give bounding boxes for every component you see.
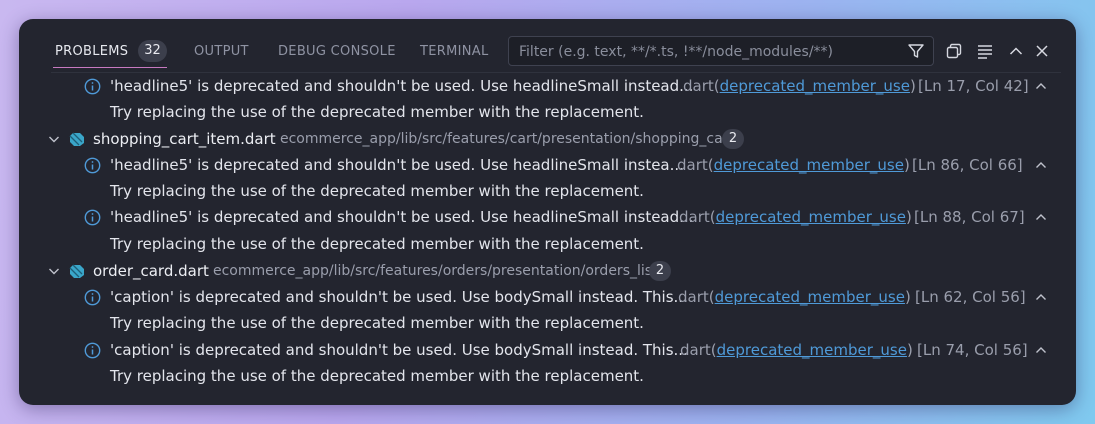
problem-location: [Ln 17, Col 42] xyxy=(918,77,1029,95)
problem-hint-row: Try replacing the use of the deprecated … xyxy=(19,178,1076,204)
dart-file-icon xyxy=(69,264,84,278)
problem-source: dart(deprecated_member_use) xyxy=(678,288,911,306)
file-problem-count: 2 xyxy=(649,261,671,281)
problem-hint-row: Try replacing the use of the deprecated … xyxy=(19,363,1076,389)
problem-source: dart(deprecated_member_use) xyxy=(679,208,912,226)
problem-source: dart(deprecated_member_use) xyxy=(683,77,916,95)
tab-debug-console[interactable]: DEBUG CONSOLE xyxy=(278,44,396,59)
problem-location: [Ln 62, Col 56] xyxy=(915,288,1026,306)
tab-problems[interactable]: PROBLEMS xyxy=(55,44,128,59)
problem-location: [Ln 88, Col 67] xyxy=(914,208,1025,226)
file-problem-count: 2 xyxy=(722,129,744,149)
problem-code-link[interactable]: deprecated_member_use xyxy=(716,208,906,226)
dart-file-icon xyxy=(69,132,84,146)
file-name: shopping_cart_item.dart xyxy=(93,130,276,148)
problem-hint: Try replacing the use of the deprecated … xyxy=(110,235,644,253)
file-path: ecommerce_app/lib/src/features/orders/pr… xyxy=(213,263,658,279)
file-group-row[interactable]: order_card.dart ecommerce_app/lib/src/fe… xyxy=(19,258,1076,284)
problem-message: 'headline5' is deprecated and shouldn't … xyxy=(110,156,684,174)
filter-input[interactable] xyxy=(517,37,891,67)
problem-hint: Try replacing the use of the deprecated … xyxy=(110,103,644,121)
problem-message: 'caption' is deprecated and shouldn't be… xyxy=(110,288,688,306)
file-path: ecommerce_app/lib/src/features/cart/pres… xyxy=(280,131,734,147)
tab-output[interactable]: OUTPUT xyxy=(194,44,249,59)
problem-hint-row: Try replacing the use of the deprecated … xyxy=(19,231,1076,257)
chevron-up-icon[interactable] xyxy=(1034,79,1048,93)
chevron-down-icon[interactable] xyxy=(47,264,61,278)
problem-message: 'headline5' is deprecated and shouldn't … xyxy=(110,77,694,95)
file-name: order_card.dart xyxy=(93,262,209,280)
active-tab-indicator xyxy=(53,67,167,68)
problem-source: dart(deprecated_member_use) xyxy=(677,156,910,174)
problem-source: dart(deprecated_member_use) xyxy=(680,341,913,359)
chevron-up-icon[interactable] xyxy=(1007,42,1025,60)
info-circle-icon xyxy=(84,209,101,226)
word-wrap-icon[interactable] xyxy=(976,42,994,60)
problem-hint: Try replacing the use of the deprecated … xyxy=(110,314,644,332)
file-group-row[interactable]: shopping_cart_item.dart ecommerce_app/li… xyxy=(19,126,1076,152)
problem-code-link[interactable]: deprecated_member_use xyxy=(717,341,907,359)
chevron-up-icon[interactable] xyxy=(1034,158,1048,172)
info-circle-icon xyxy=(84,289,101,306)
problem-hint: Try replacing the use of the deprecated … xyxy=(110,367,644,385)
problem-hint-row: Try replacing the use of the deprecated … xyxy=(19,99,1076,125)
chevron-up-icon[interactable] xyxy=(1034,210,1048,224)
close-icon[interactable] xyxy=(1033,42,1051,60)
problem-hint: Try replacing the use of the deprecated … xyxy=(110,182,644,200)
info-circle-icon xyxy=(84,157,101,174)
problem-row[interactable]: 'caption' is deprecated and shouldn't be… xyxy=(19,337,1076,363)
problem-message: 'caption' is deprecated and shouldn't be… xyxy=(110,341,688,359)
problem-row[interactable]: 'headline5' is deprecated and shouldn't … xyxy=(19,152,1076,178)
problem-code-link[interactable]: deprecated_member_use xyxy=(720,77,910,95)
problem-code-link[interactable]: deprecated_member_use xyxy=(714,156,904,174)
info-circle-icon xyxy=(84,342,101,359)
tab-terminal[interactable]: TERMINAL xyxy=(420,44,489,59)
problems-panel: PROBLEMS 32 OUTPUT DEBUG CONSOLE TERMINA… xyxy=(19,19,1076,405)
problem-hint-row: Try replacing the use of the deprecated … xyxy=(19,310,1076,336)
problems-count-badge: 32 xyxy=(138,40,167,62)
problem-location: [Ln 86, Col 66] xyxy=(912,156,1023,174)
problem-message: 'headline5' is deprecated and shouldn't … xyxy=(110,208,694,226)
problem-location: [Ln 74, Col 56] xyxy=(917,341,1028,359)
problem-row[interactable]: 'caption' is deprecated and shouldn't be… xyxy=(19,284,1076,310)
problem-row[interactable]: 'headline5' is deprecated and shouldn't … xyxy=(19,73,1076,99)
filter-box xyxy=(508,36,934,67)
info-circle-icon xyxy=(84,78,101,95)
chevron-up-icon[interactable] xyxy=(1034,343,1048,357)
chevron-down-icon[interactable] xyxy=(47,132,61,146)
funnel-icon[interactable] xyxy=(907,42,925,60)
problem-row[interactable]: 'headline5' is deprecated and shouldn't … xyxy=(19,204,1076,230)
chevron-up-icon[interactable] xyxy=(1034,290,1048,304)
copy-icon[interactable] xyxy=(945,42,963,60)
problem-code-link[interactable]: deprecated_member_use xyxy=(715,288,905,306)
